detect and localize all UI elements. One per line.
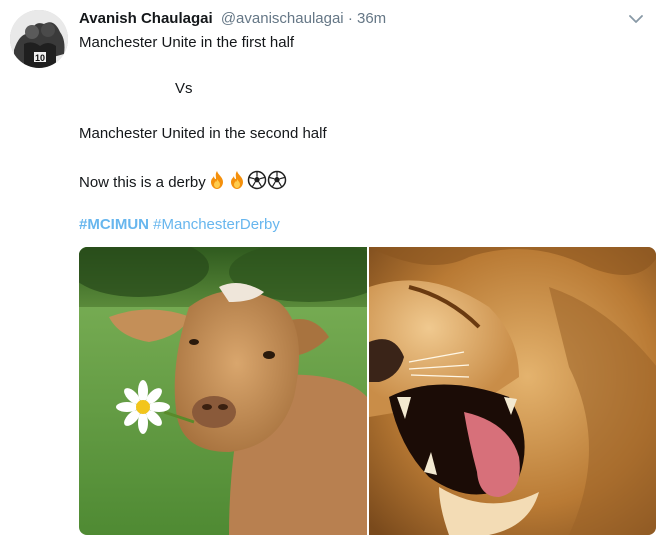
chevron-down-icon[interactable] <box>628 11 644 27</box>
lion-photo[interactable] <box>368 247 656 535</box>
hashtag-link[interactable]: #MCIMUN <box>79 216 149 233</box>
soccer-ball-emoji <box>247 170 266 190</box>
tweet-text-line: Manchester United in the second half <box>79 125 327 142</box>
tweet-text-line: Manchester Unite in the first half <box>79 34 295 51</box>
tweet-text: Now this is a derby <box>79 174 206 191</box>
soccer-ball-emoji <box>267 170 286 190</box>
timestamp[interactable]: 36m <box>357 10 386 27</box>
hashtags: #MCIMUN #ManchesterDerby <box>79 215 280 235</box>
tweet: 10 Avanish Chaulagai @avanischaulagai · … <box>0 0 660 539</box>
goat-photo[interactable] <box>79 247 367 535</box>
emoji-row <box>207 170 287 190</box>
hashtag-link[interactable]: #ManchesterDerby <box>153 216 280 233</box>
avatar[interactable]: 10 <box>10 10 68 68</box>
tweet-text-line: Now this is a derby <box>79 170 287 193</box>
tweet-header: Avanish Chaulagai @avanischaulagai · 36m <box>79 9 386 29</box>
media-grid <box>79 247 656 535</box>
svg-text:10: 10 <box>35 53 45 63</box>
separator-dot: · <box>347 10 353 27</box>
tweet-text-line: Vs <box>175 80 193 97</box>
fire-emoji <box>230 171 243 189</box>
author-handle[interactable]: @avanischaulagai <box>221 10 344 27</box>
fire-emoji <box>210 171 223 189</box>
author-name[interactable]: Avanish Chaulagai <box>79 10 213 27</box>
